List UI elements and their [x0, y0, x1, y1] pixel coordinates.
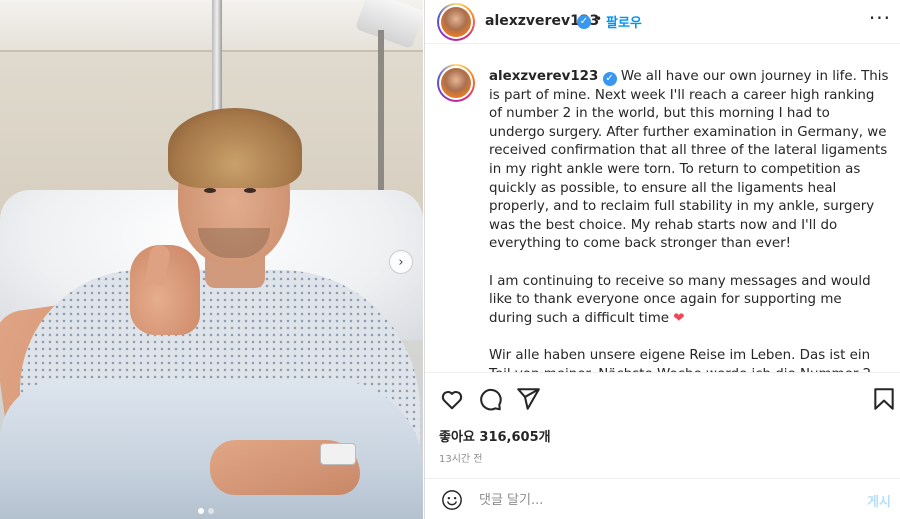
post-photo[interactable]: › [0, 0, 423, 519]
post-actions [425, 372, 900, 424]
caption-paragraph-2: I am continuing to receive so many messa… [489, 273, 889, 329]
photo-iv-bandage [320, 443, 356, 465]
carousel-dot-active [198, 508, 204, 514]
post-comment-button[interactable]: 게시 [867, 491, 891, 510]
caption-paragraph-1: alexzverev123 ✓ We all have our own jour… [489, 68, 889, 254]
caption-paragraph-3-text: Wir alle haben unsere eigene Reise im Le… [489, 347, 871, 372]
photo-blanket [0, 380, 423, 519]
header-bullet: • [595, 12, 603, 26]
more-icon[interactable]: ··· [869, 8, 891, 28]
chevron-right-icon: › [398, 254, 404, 270]
post-timestamp[interactable]: 13시간 전 [439, 450, 483, 465]
comment-icon[interactable] [477, 386, 503, 412]
photo-hair [168, 108, 302, 188]
heart-emoji: ❤ [673, 310, 685, 326]
photo-iv-pole [212, 0, 222, 125]
post-side-panel: alexzverev123 ✓ • 팔로우 ··· alexzverev123 … [424, 0, 900, 519]
avatar[interactable] [437, 3, 475, 41]
post-header: alexzverev123 ✓ • 팔로우 ··· [425, 0, 900, 44]
verified-icon: ✓ [577, 15, 591, 29]
share-icon[interactable] [515, 386, 541, 412]
caption-paragraph-3: Wir alle haben unsere eigene Reise im Le… [489, 347, 889, 372]
bookmark-icon[interactable] [871, 386, 897, 412]
emoji-icon[interactable] [441, 489, 463, 511]
comment-input[interactable] [479, 488, 809, 512]
caption-text: alexzverev123 ✓ We all have our own jour… [489, 68, 889, 372]
carousel-dot [208, 508, 214, 514]
caption-area: alexzverev123 ✓ We all have our own jour… [425, 44, 900, 372]
caption-username[interactable]: alexzverev123 [489, 69, 598, 84]
photo-eye-left [204, 188, 216, 193]
heart-icon[interactable] [439, 386, 465, 412]
likes-count[interactable]: 좋아요 316,605개 [439, 426, 551, 445]
caption-paragraph-1-text: We all have our own journey in life. Thi… [489, 69, 889, 252]
verified-icon: ✓ [602, 72, 617, 86]
carousel-dots [198, 508, 214, 514]
comment-bar: 게시 [425, 478, 900, 519]
caption-avatar[interactable] [437, 64, 475, 102]
photo-lamp [354, 0, 423, 190]
photo-eye-right [244, 188, 256, 193]
follow-button[interactable]: 팔로우 [606, 12, 642, 31]
carousel-next-button[interactable]: › [389, 250, 413, 274]
